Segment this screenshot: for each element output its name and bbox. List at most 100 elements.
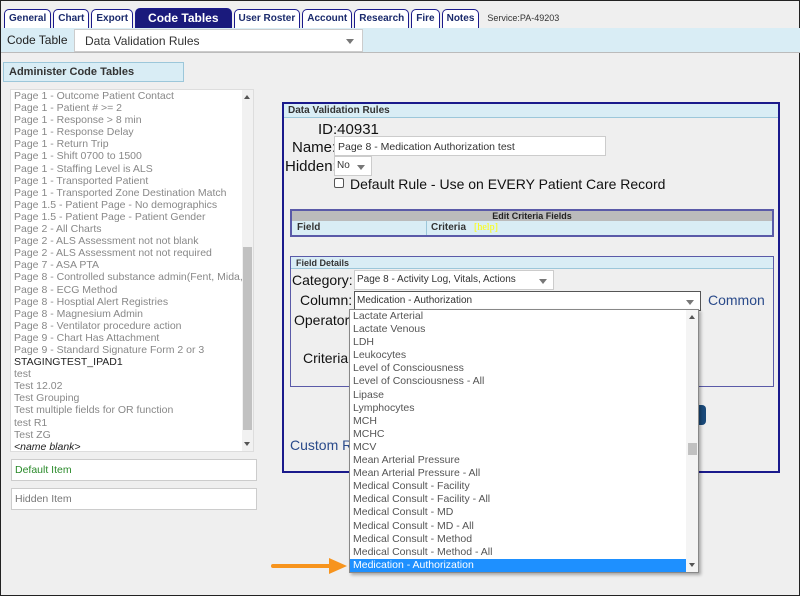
category-select[interactable]: Page 8 - Activity Log, Vitals, Actions: [354, 270, 554, 290]
list-item[interactable]: Page 7 - ASA PTA: [11, 259, 253, 271]
column-option[interactable]: Lactate Arterial: [350, 310, 686, 323]
list-item[interactable]: Test Grouping: [11, 392, 253, 404]
scroll-down-icon[interactable]: [244, 442, 250, 446]
chevron-down-icon: [539, 279, 547, 284]
list-item[interactable]: Page 1.5 - Patient Page - No demographic…: [11, 199, 253, 211]
column-option[interactable]: Lipase: [350, 389, 686, 402]
edit-criteria-title: Edit Criteria Fields: [292, 211, 772, 221]
hidden-label: Hidden:: [285, 158, 337, 175]
column-option[interactable]: Leukocytes: [350, 349, 686, 362]
column-option[interactable]: Medication - Authorization: [350, 558, 686, 572]
default-item-input[interactable]: Default Item: [11, 459, 257, 481]
code-table-select[interactable]: Data Validation Rules: [74, 29, 363, 52]
scroll-thumb[interactable]: [243, 247, 252, 430]
list-item[interactable]: <name blank>: [11, 441, 253, 451]
list-item[interactable]: Page 2 - All Charts: [11, 223, 253, 235]
list-scrollbar[interactable]: [242, 90, 253, 451]
list-item[interactable]: Test multiple fields for OR function: [11, 404, 253, 416]
tab-account[interactable]: Account: [302, 9, 353, 28]
column-option[interactable]: Level of Consciousness - All: [350, 375, 686, 388]
scroll-thumb[interactable]: [688, 443, 697, 455]
column-option[interactable]: Mean Arterial Pressure - All: [350, 467, 686, 480]
list-item[interactable]: Page 2 - ALS Assessment not not required: [11, 247, 253, 259]
category-label: Category:: [292, 272, 353, 288]
column-option[interactable]: MCH: [350, 415, 686, 428]
list-item[interactable]: Page 1 - Transported Patient: [11, 175, 253, 187]
field-details-title: Field Details: [291, 257, 773, 269]
tab-fire[interactable]: Fire: [411, 9, 440, 28]
list-item[interactable]: test R1: [11, 417, 253, 429]
tab-research[interactable]: Research: [354, 9, 410, 28]
list-item[interactable]: Page 1 - Return Trip: [11, 138, 253, 150]
list-item[interactable]: Page 1 - Staffing Level is ALS: [11, 163, 253, 175]
field-column-header: Field: [292, 221, 427, 235]
tab-export[interactable]: Export: [91, 9, 134, 28]
list-item[interactable]: Page 1.5 - Patient Page - Patient Gender: [11, 211, 253, 223]
dropdown-scrollbar[interactable]: [686, 310, 698, 572]
code-list[interactable]: Page 1 - Outcome Patient Contact Page 1 -…: [10, 89, 254, 452]
column-option[interactable]: MCV: [350, 441, 686, 454]
list-item[interactable]: Page 1 - Transported Zone Destination Ma…: [11, 187, 253, 199]
column-label: Column:: [300, 292, 353, 308]
column-option[interactable]: Lymphocytes: [350, 402, 686, 415]
list-item[interactable]: Page 8 - ECG Method: [11, 284, 253, 296]
list-item[interactable]: Page 9 - Chart Has Attachment: [11, 332, 253, 344]
list-item[interactable]: Page 8 - Hosptial Alert Registries: [11, 296, 253, 308]
operator-label: Operator:: [294, 312, 354, 328]
scroll-up-icon[interactable]: [244, 95, 250, 99]
list-item[interactable]: Page 1 - Response > 8 min: [11, 114, 253, 126]
list-item[interactable]: Page 2 - ALS Assessment not not blank: [11, 235, 253, 247]
column-select[interactable]: Medication - Authorization: [354, 291, 701, 311]
rule-panel-header: Data Validation Rules: [284, 104, 778, 118]
custom-rule-link[interactable]: Custom R: [290, 437, 352, 453]
name-input[interactable]: Page 8 - Medication Authorization test: [334, 136, 606, 156]
list-item[interactable]: Page 8 - Magnesium Admin: [11, 308, 253, 320]
tab-general[interactable]: General: [4, 9, 52, 28]
hidden-item-input[interactable]: Hidden Item: [11, 488, 257, 510]
list-item[interactable]: test: [11, 368, 253, 380]
tab-chart[interactable]: Chart: [53, 9, 90, 28]
criteria-label: Criteria:: [303, 350, 353, 366]
list-item[interactable]: Test 12.02: [11, 380, 253, 392]
list-item[interactable]: Page 1 - Outcome Patient Contact: [11, 90, 253, 102]
list-item[interactable]: Page 8 - Ventilator procedure action: [11, 320, 253, 332]
column-option[interactable]: Lactate Venous: [350, 323, 686, 336]
list-item[interactable]: Page 1 - Patient # >= 2: [11, 102, 253, 114]
column-option[interactable]: Medical Consult - MD: [350, 506, 686, 519]
admin-title: Administer Code Tables: [3, 62, 184, 82]
list-item[interactable]: STAGINGTEST_IPAD1: [11, 356, 253, 368]
name-label: Name:: [292, 139, 337, 156]
column-option[interactable]: Medical Consult - Method - All: [350, 546, 686, 559]
list-item[interactable]: Page 8 - Controlled substance admin(Fent…: [11, 271, 253, 283]
orange-arrow-icon: [271, 558, 347, 574]
column-option[interactable]: Medical Consult - Facility: [350, 480, 686, 493]
column-option[interactable]: LDH: [350, 336, 686, 349]
tab-code-tables[interactable]: Code Tables: [135, 8, 232, 28]
tab-user-roster[interactable]: User Roster: [233, 9, 301, 28]
default-rule-checkbox[interactable]: [334, 178, 344, 188]
column-option[interactable]: Medical Consult - Facility - All: [350, 493, 686, 506]
column-option[interactable]: Mean Arterial Pressure: [350, 454, 686, 467]
tab-notes[interactable]: Notes: [441, 9, 480, 28]
service-id: Service:PA-49203: [487, 13, 560, 23]
chevron-down-icon: [346, 39, 354, 44]
column-dropdown-list[interactable]: Lactate Arterial Lactate Venous LDH Leukocy…: [349, 309, 699, 573]
scroll-up-icon[interactable]: [689, 315, 695, 319]
hidden-select[interactable]: No: [334, 156, 372, 176]
code-table-label: Code Table: [7, 33, 68, 47]
tab-bar: General Chart Export Code Tables User Roster…: [4, 8, 559, 28]
chevron-down-icon: [357, 165, 365, 170]
scroll-down-icon[interactable]: [689, 563, 695, 567]
criteria-column-header: Criteria: [431, 222, 467, 233]
list-item[interactable]: Page 1 - Shift 0700 to 1500: [11, 150, 253, 162]
list-item[interactable]: Page 9 - Standard Signature Form 2 or 3: [11, 344, 253, 356]
column-option[interactable]: MCHC: [350, 428, 686, 441]
column-value: Medication - Authorization: [357, 295, 473, 306]
column-option[interactable]: Medical Consult - Method: [350, 533, 686, 546]
column-option[interactable]: Medical Consult - MD - All: [350, 520, 686, 533]
common-link[interactable]: Common: [708, 292, 765, 308]
help-link[interactable]: [help]: [466, 221, 498, 235]
list-item[interactable]: Page 1 - Response Delay: [11, 126, 253, 138]
column-option[interactable]: Level of Consciousness: [350, 362, 686, 375]
list-item[interactable]: Test ZG: [11, 429, 253, 441]
